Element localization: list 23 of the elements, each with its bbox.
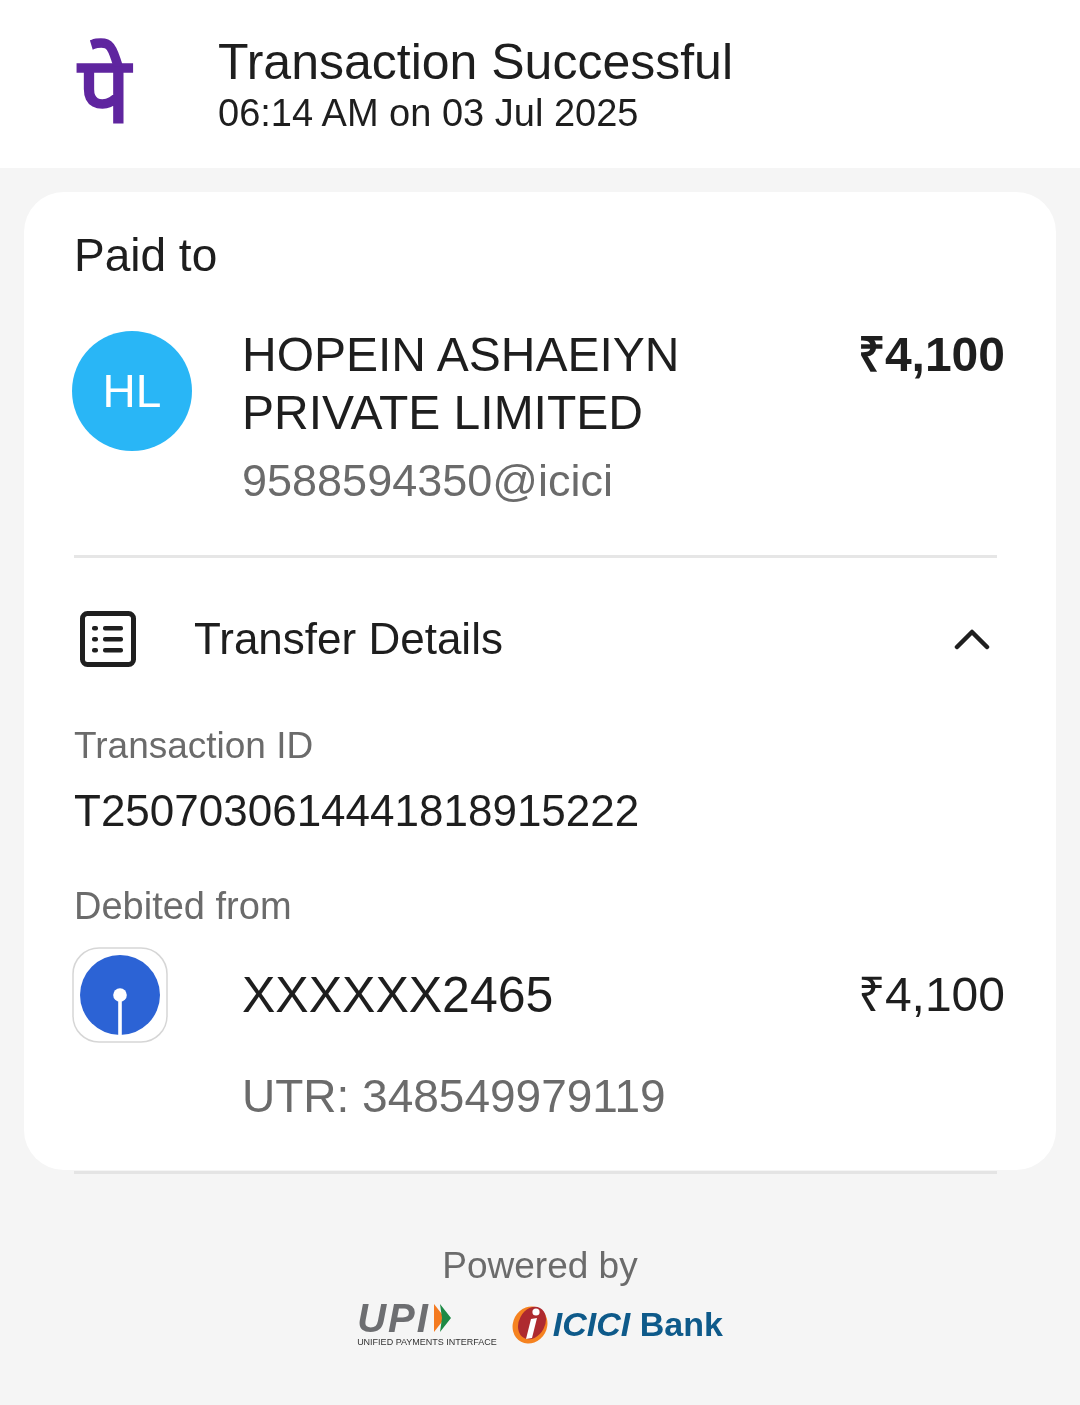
debited-amount: ₹4,100 (857, 967, 1005, 1023)
debited-from-label: Debited from (74, 884, 292, 929)
powered-by-label: Powered by (442, 1244, 638, 1288)
section-title: Transfer Details (194, 613, 503, 665)
bank-logo-icon (72, 947, 168, 1043)
chevron-up-icon[interactable] (954, 628, 990, 650)
utr-number: UTR: 348549979119 (242, 1069, 666, 1124)
transaction-time: 06:14 AM on 03 Jul 2025 (218, 91, 640, 135)
upi-wordmark: UPI (357, 1300, 430, 1336)
status-title: Transaction Successful (218, 33, 734, 91)
list-icon (80, 611, 136, 667)
app-logo: पे (74, 17, 134, 151)
paid-to-label: Paid to (74, 228, 218, 283)
transaction-id-label: Transaction ID (74, 724, 314, 768)
paid-amount: ₹4,100 (857, 327, 1005, 383)
upi-tagline: UNIFIED PAYMENTS INTERFACE (357, 1337, 497, 1348)
arrow-logo-icon (431, 1303, 452, 1333)
transaction-id-value: T2507030614441818915222 (74, 785, 640, 837)
account-number: XXXXXX2465 (242, 966, 554, 1024)
payee-name: HOPEIN ASHAEIYN PRIVATE LIMITED (242, 327, 681, 441)
bank-wordmark: ICICI Bank (552, 1304, 723, 1344)
payee-avatar: HL (72, 331, 192, 451)
payee-upi-id: 9588594350@icici (242, 454, 613, 508)
